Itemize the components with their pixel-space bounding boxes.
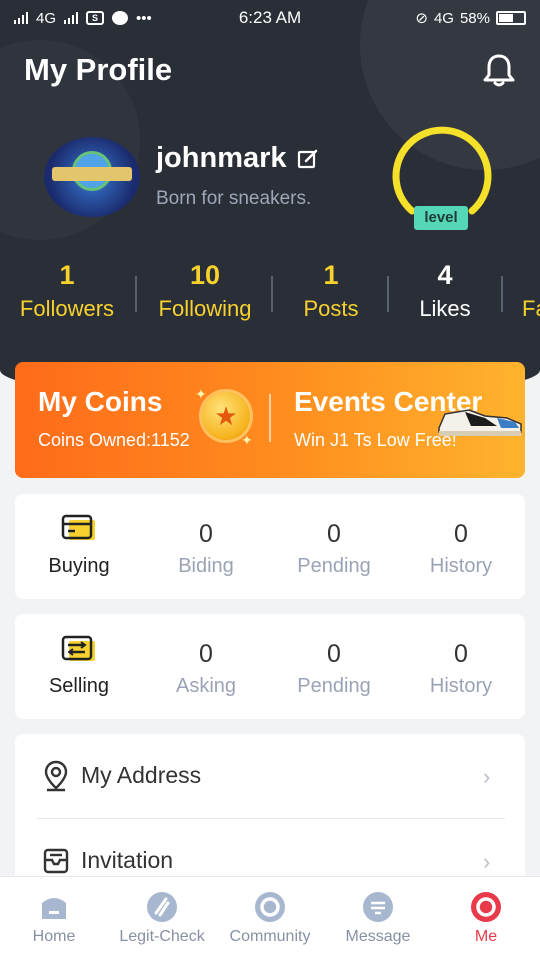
selling-pending-stat[interactable]: 0 Pending [270,614,398,719]
status-time: 6:23 AM [238,8,302,27]
my-coins-title[interactable]: My Coins [38,386,162,418]
home-icon [42,898,66,919]
chevron-right-icon: › [483,764,491,789]
page-title: My Profile [24,52,173,87]
asking-label: Asking [175,675,237,697]
events-subtitle: Win J1 Ts Low Free! [294,430,457,450]
history-label: History [429,675,493,697]
stat-likes[interactable]: 4 Likes [380,256,510,322]
legit-check-icon [147,892,177,922]
battery-percent: 58% [459,9,490,27]
stat-posts[interactable]: 1 Posts [266,256,396,322]
asking-stat[interactable]: 0 Asking [142,614,270,719]
transfer-card-icon [61,635,95,661]
stat-value: 4 [437,260,453,290]
inbox-icon [43,848,69,874]
coins-owned: Coins Owned:1152 [38,430,190,450]
divider [135,276,137,312]
tab-label: Legit-Check [119,928,205,945]
coins-events-banner: My Coins Coins Owned:1152 ★ ✦ ✦ Events C… [15,362,525,478]
sparkle-icon: ✦ [241,432,253,448]
buying-card: Buying 0 Biding 0 Pending 0 History [15,494,525,599]
buying-label: Buying [48,555,110,577]
biding-label: Biding [178,555,234,577]
tab-home[interactable]: Home [0,877,108,960]
menu-item-label: Invitation [81,847,174,873]
stat-label: Posts [303,296,359,321]
stat-value [522,256,540,294]
stat-followers[interactable]: 1 Followers [2,256,132,322]
stat-favorites[interactable]: Fa [522,256,540,322]
sparkle-icon: ✦ [195,386,207,402]
stat-value: 10 [189,260,221,290]
menu-item-label: My Address [81,762,202,788]
banner-divider [269,394,271,442]
tab-me[interactable]: Me [432,877,540,960]
buying-button[interactable]: Buying [15,494,143,599]
wallet-card-icon [61,514,95,540]
level-badge[interactable]: level [414,206,468,230]
community-icon [255,892,285,922]
tab-label: Home [32,928,76,945]
mute-icon: ⊘ [415,10,428,27]
chat-notification-icon [112,11,129,25]
history-count: 0 [454,520,468,548]
asking-count: 0 [199,640,213,668]
history-count: 0 [454,640,468,668]
me-icon [471,892,501,922]
profile-bio: Born for sneakers. [156,188,312,209]
buying-history-stat[interactable]: 0 History [397,494,525,599]
username-row: johnmark [156,142,319,175]
pending-count: 0 [327,520,341,548]
divider [501,276,503,312]
avatar[interactable] [44,137,140,217]
message-icon [363,892,393,922]
selling-card: Selling 0 Asking 0 Pending 0 History [15,614,525,719]
tab-community[interactable]: Community [216,877,324,960]
sneaker-icon [438,409,522,436]
tab-label: Me [474,928,498,945]
stat-value: 1 [59,260,75,290]
tab-legit-check[interactable]: Legit-Check [108,877,216,960]
username: johnmark [156,142,287,174]
more-notifications-icon: ••• [136,9,152,27]
history-label: History [429,555,493,577]
biding-count: 0 [199,520,213,548]
menu-item-my-address[interactable]: My Address › [15,734,525,818]
stat-following[interactable]: 10 Following [140,256,270,322]
stat-label: Following [158,296,252,321]
signal-icon [14,12,28,24]
pending-label: Pending [297,675,371,697]
tab-label: Community [229,928,311,945]
tab-message[interactable]: Message [324,877,432,960]
buying-pending-stat[interactable]: 0 Pending [270,494,398,599]
pending-label: Pending [297,555,371,577]
edit-icon[interactable] [297,148,319,170]
stat-label: Fa [522,296,540,321]
network-type-right: 4G [433,9,454,27]
battery-icon [496,11,526,25]
profile-stats: 1 Followers 10 Following 1 Posts 4 Likes… [0,256,540,336]
location-pin-icon [44,760,68,792]
bottom-tab-bar: Home Legit-Check Community Message Me [0,876,540,960]
settings-menu: My Address › Invitation › [15,734,525,894]
sim-icon: S [86,11,105,25]
stat-label: Followers [19,296,115,321]
pending-count: 0 [327,640,341,668]
biding-stat[interactable]: 0 Biding [142,494,270,599]
selling-label: Selling [48,675,110,697]
avatar-banner [52,167,132,181]
stat-label: Likes [419,296,471,321]
tab-label: Message [345,928,411,945]
stat-value: 1 [323,260,339,290]
network-type-left: 4G [36,9,57,27]
selling-button[interactable]: Selling [15,614,143,719]
chevron-right-icon: › [483,849,491,874]
bell-icon[interactable] [482,52,516,88]
selling-history-stat[interactable]: 0 History [397,614,525,719]
status-bar: 4G S ••• 6:23 AM ⊘ 4G 58% [0,0,540,36]
signal-icon [64,12,79,24]
